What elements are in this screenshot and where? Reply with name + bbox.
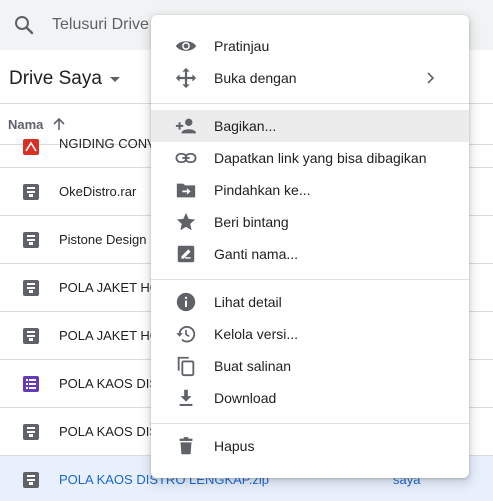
- archive-file-icon: [23, 280, 39, 296]
- menu-item-label: Buka dengan: [214, 70, 297, 86]
- download-icon: [179, 389, 193, 406]
- menu-separator: [151, 279, 469, 280]
- page-title[interactable]: Drive Saya: [9, 68, 102, 90]
- chevron-right-icon: [427, 72, 435, 84]
- archive-file-icon: [23, 472, 39, 488]
- menu-item-dapatkan-link-yang-bisa-dibagikan[interactable]: Dapatkan link yang bisa dibagikan: [151, 142, 469, 174]
- menu-item-label: Bagikan...: [214, 118, 277, 134]
- menu-item-beri-bintang[interactable]: Beri bintang: [151, 206, 469, 238]
- menu-item-kelola-versi[interactable]: Kelola versi...: [151, 318, 469, 350]
- menu-separator: [151, 423, 469, 424]
- file-name[interactable]: POLA JAKET HO: [59, 328, 160, 343]
- link-icon: [175, 152, 197, 164]
- info-icon: [176, 292, 196, 312]
- dropdown-caret-icon[interactable]: [109, 76, 120, 82]
- move-arrows-icon: [175, 67, 197, 89]
- menu-item-label: Dapatkan link yang bisa dibagikan: [214, 150, 427, 166]
- menu-item-label: Pratinjau: [214, 38, 270, 54]
- history-icon: [176, 325, 196, 343]
- menu-item-label: Hapus: [214, 438, 255, 454]
- sort-arrow-up-icon[interactable]: [51, 116, 67, 132]
- menu-item-pindahkan-ke[interactable]: Pindahkan ke...: [151, 174, 469, 206]
- folder-move-icon: [176, 183, 196, 198]
- archive-file-icon: [23, 184, 39, 200]
- menu-item-label: Lihat detail: [214, 294, 282, 310]
- file-name[interactable]: NGIDING CONV: [59, 136, 156, 151]
- file-name[interactable]: POLA JAKET HO: [59, 280, 160, 295]
- column-name-label[interactable]: Nama: [8, 117, 43, 132]
- archive-file-icon: [23, 232, 39, 248]
- pdf-file-icon: [23, 139, 39, 155]
- menu-item-label: Pindahkan ke...: [214, 182, 311, 198]
- file-name[interactable]: OkeDistro.rar: [59, 184, 136, 199]
- star-icon: [176, 212, 196, 231]
- menu-item-label: Download: [214, 390, 277, 406]
- menu-item-lihat-detail[interactable]: Lihat detail: [151, 286, 469, 318]
- menu-item-download[interactable]: Download: [151, 382, 469, 414]
- eye-icon: [175, 41, 197, 51]
- menu-item-label: Kelola versi...: [214, 326, 299, 342]
- menu-item-buka-dengan[interactable]: Buka dengan: [151, 62, 469, 94]
- menu-item-buat-salinan[interactable]: Buat salinan: [151, 350, 469, 382]
- menu-separator: [151, 103, 469, 104]
- person-add-icon: [175, 118, 197, 134]
- menu-item-label: Buat salinan: [214, 358, 292, 374]
- copy-icon: [177, 356, 195, 377]
- menu-item-hapus[interactable]: Hapus: [151, 430, 469, 462]
- menu-item-bagikan[interactable]: Bagikan...: [151, 110, 469, 142]
- menu-item-label: Beri bintang: [214, 214, 289, 230]
- file-name[interactable]: Pistone Design: [59, 232, 146, 247]
- archive-file-icon: [23, 328, 39, 344]
- menu-item-ganti-nama[interactable]: Ganti nama...: [151, 238, 469, 270]
- file-name[interactable]: POLA KAOS DIS: [59, 424, 158, 439]
- menu-item-label: Ganti nama...: [214, 246, 299, 262]
- context-menu: Pratinjau Buka dengan Bagikan... Dapatkan l…: [151, 15, 469, 478]
- search-icon[interactable]: [12, 13, 36, 37]
- edit-icon: [177, 245, 195, 263]
- archive-file-icon: [23, 424, 39, 440]
- trash-icon: [179, 437, 193, 455]
- file-name[interactable]: POLA KAOS DIS: [59, 376, 158, 391]
- form-file-icon: [23, 376, 39, 392]
- menu-item-pratinjau[interactable]: Pratinjau: [151, 30, 469, 62]
